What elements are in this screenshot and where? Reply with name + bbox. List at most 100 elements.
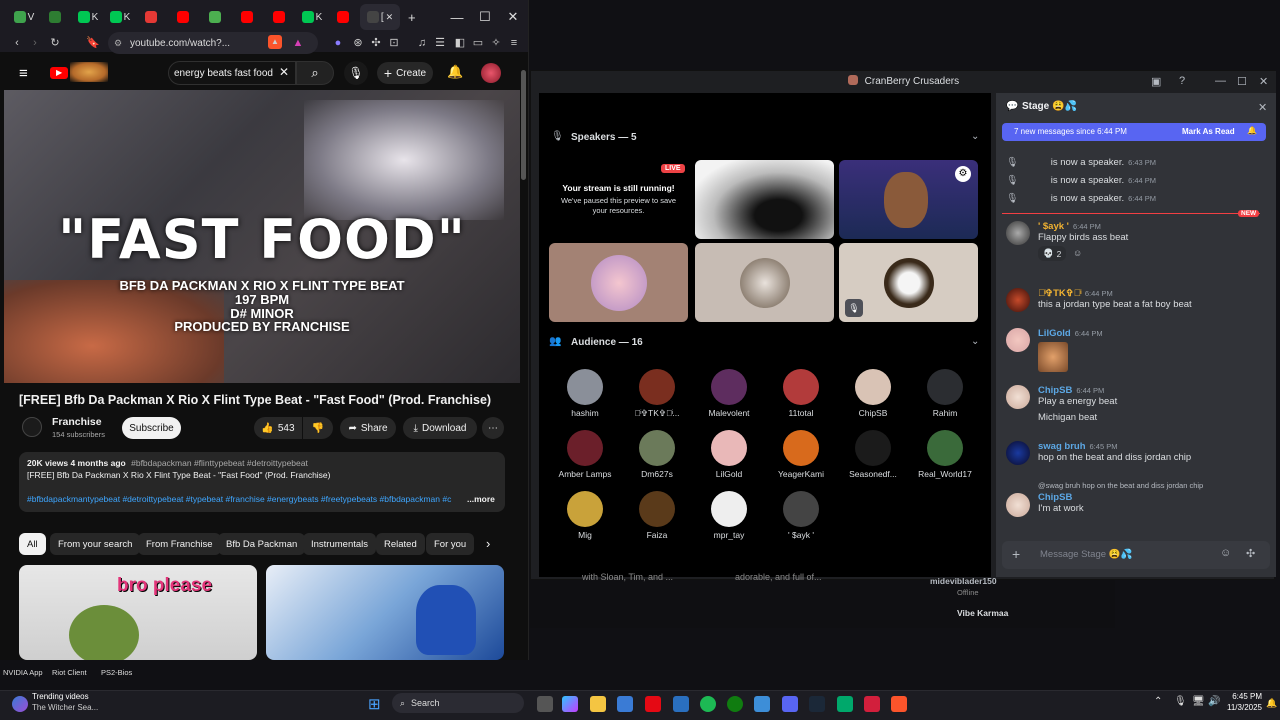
share-button[interactable]: ➦ Share bbox=[340, 417, 396, 439]
store-icon[interactable] bbox=[617, 696, 633, 712]
browser-tab[interactable]: [✕ bbox=[360, 4, 400, 30]
message-author[interactable]: ChipSB bbox=[1038, 492, 1072, 503]
browser-tab[interactable] bbox=[136, 4, 168, 30]
app-icon-red[interactable] bbox=[864, 696, 880, 712]
speaker-tile-5[interactable] bbox=[695, 243, 834, 322]
audience-member[interactable]: YeagerKami bbox=[771, 430, 831, 479]
reply-preview[interactable]: @swag bruh hop on the beat and diss jord… bbox=[1038, 481, 1268, 490]
message-avatar[interactable] bbox=[1006, 493, 1030, 517]
like-button[interactable]: 👍 543 bbox=[254, 417, 302, 439]
subscribe-button[interactable]: Subscribe bbox=[122, 417, 181, 439]
message-avatar[interactable] bbox=[1006, 328, 1030, 352]
message-author[interactable]: swag bruh bbox=[1038, 441, 1086, 452]
forward-icon[interactable]: › bbox=[27, 35, 43, 51]
search-input[interactable]: energy beats fast food bbox=[168, 61, 296, 85]
channel-name[interactable]: Franchise bbox=[52, 416, 102, 428]
tab-close-icon[interactable]: ✕ bbox=[386, 12, 394, 23]
widgets-icon[interactable] bbox=[12, 696, 28, 712]
photos-icon[interactable] bbox=[673, 696, 689, 712]
audience-member[interactable]: Mig bbox=[555, 491, 615, 540]
apps-icon[interactable]: ✣ bbox=[1246, 547, 1255, 560]
browser-tab[interactable] bbox=[200, 4, 232, 30]
filter-chip[interactable]: For you bbox=[426, 533, 475, 555]
microphone-icon[interactable]: 🎙 bbox=[344, 61, 368, 85]
audience-member[interactable]: mpr_tay bbox=[699, 491, 759, 540]
tray-network-icon[interactable]: 🖥 bbox=[1192, 696, 1205, 707]
page-scrollbar[interactable] bbox=[521, 70, 526, 180]
dislike-button[interactable]: 👎 bbox=[303, 417, 333, 439]
search-icon[interactable]: ⌕ bbox=[296, 61, 334, 85]
audience-member[interactable]: ChipSB bbox=[843, 369, 903, 418]
close-window-icon[interactable]: ✕ bbox=[499, 0, 527, 34]
recommended-video-thumbnail-1[interactable]: bro please bbox=[19, 565, 257, 660]
inbox-icon[interactable]: ▣ bbox=[1151, 75, 1161, 88]
chat-message-2[interactable]: ✞ͥ✞TK✞✞ͥ 6:44 PM this a jordan type beat … bbox=[1006, 288, 1268, 312]
speaker-tile-3[interactable]: ⚙ bbox=[839, 160, 978, 239]
browser-tab[interactable] bbox=[328, 4, 360, 30]
discord-close-icon[interactable]: ✕ bbox=[1259, 75, 1268, 88]
filter-chip[interactable]: Instrumentals bbox=[303, 533, 377, 555]
message-avatar[interactable] bbox=[1006, 288, 1030, 312]
new-messages-bar[interactable]: 7 new messages since 6:44 PM Mark As Rea… bbox=[1002, 123, 1266, 141]
audience-collapse-icon[interactable]: ⌄ bbox=[971, 336, 979, 347]
browser-tab[interactable]: K bbox=[72, 4, 104, 30]
chat-message-3[interactable]: LilGold 6:44 PM bbox=[1006, 328, 1268, 372]
recommended-video-thumbnail-2[interactable] bbox=[266, 565, 504, 660]
message-author[interactable]: ✞ͥ✞TK✞✞ͥ bbox=[1038, 288, 1081, 299]
chat-close-icon[interactable]: ✕ bbox=[1258, 101, 1267, 114]
message-author[interactable]: ' $ayk ' bbox=[1038, 221, 1069, 232]
clear-search-icon[interactable]: ✕ bbox=[279, 65, 289, 79]
chat-message-4[interactable]: ChipSB 6:44 PM Play a energy beat Michiga… bbox=[1006, 385, 1268, 423]
audience-member[interactable]: Seasonedf... bbox=[843, 430, 903, 479]
filter-chip[interactable]: Related bbox=[376, 533, 425, 555]
message-avatar[interactable] bbox=[1006, 385, 1030, 409]
menu-icon[interactable]: ≡ bbox=[506, 35, 522, 51]
audience-member[interactable]: ' $ayk ' bbox=[771, 491, 831, 540]
download-button[interactable]: ⤓ Download bbox=[403, 417, 477, 439]
chat-message-5[interactable]: swag bruh 6:45 PM hop on the beat and dis… bbox=[1006, 441, 1268, 465]
tray-mic-icon[interactable]: 🎙 bbox=[1174, 696, 1187, 707]
app-icon-green[interactable] bbox=[837, 696, 853, 712]
speaker-tile-6[interactable]: 🎙 bbox=[839, 243, 978, 322]
hamburger-menu-icon[interactable]: ≡ bbox=[19, 65, 28, 82]
tray-chevron-icon[interactable]: ⌃ bbox=[1154, 696, 1162, 707]
filter-chip[interactable]: Bfb Da Packman bbox=[218, 533, 306, 555]
help-icon[interactable]: ? bbox=[1179, 75, 1185, 87]
bookmark-icon[interactable]: 🔖 bbox=[85, 35, 101, 51]
youtube-logo-icon[interactable]: ▶ bbox=[50, 67, 68, 79]
browser-tab[interactable] bbox=[264, 4, 296, 30]
netflix-icon[interactable] bbox=[645, 696, 661, 712]
audience-member[interactable]: Faiza bbox=[627, 491, 687, 540]
maximize-icon[interactable]: ☐ bbox=[471, 0, 499, 34]
new-tab-button[interactable]: + bbox=[408, 10, 416, 25]
inline-tags[interactable]: #bfbdapackman #flinttypebeat #detroittyp… bbox=[131, 458, 308, 468]
filter-chip[interactable]: All bbox=[19, 533, 46, 555]
message-author[interactable]: LilGold bbox=[1038, 328, 1071, 339]
filter-chip[interactable]: From your search bbox=[50, 533, 141, 555]
steam-icon[interactable] bbox=[809, 696, 825, 712]
reading-list-icon[interactable]: ☰ bbox=[432, 35, 448, 51]
create-button[interactable]: + Create bbox=[377, 62, 433, 84]
notifications-bell-icon[interactable]: 🔔 bbox=[447, 64, 463, 80]
audience-member[interactable]: Amber Lamps bbox=[555, 430, 615, 479]
message-avatar[interactable] bbox=[1006, 221, 1030, 245]
more-actions-icon[interactable]: ⋯ bbox=[482, 417, 504, 439]
browser-tab[interactable]: K bbox=[104, 4, 136, 30]
speaker-tile-2[interactable] bbox=[695, 160, 834, 239]
start-windows-icon[interactable]: ⊞ bbox=[368, 695, 381, 713]
emoji-picker-icon[interactable]: ☺ bbox=[1220, 547, 1231, 559]
taskbar-search[interactable]: ⌕ Search bbox=[392, 693, 524, 713]
audience-member[interactable]: 11total bbox=[771, 369, 831, 418]
attach-plus-icon[interactable]: + bbox=[1012, 546, 1020, 562]
video-player[interactable]: "FAST FOOD" BFB DA PACKMAN X RIO X FLINT… bbox=[4, 90, 520, 383]
discord-taskbar-icon[interactable] bbox=[782, 696, 798, 712]
notepad-icon[interactable] bbox=[754, 696, 770, 712]
browser-tab[interactable]: V bbox=[8, 4, 40, 30]
audience-member[interactable]: hashim bbox=[555, 369, 615, 418]
rewards-icon[interactable]: ▲ bbox=[290, 35, 306, 51]
stream-paused-tile[interactable]: LIVE Your stream is still running! We've… bbox=[549, 160, 688, 239]
leo-icon[interactable]: ✧ bbox=[488, 35, 504, 51]
desktop-icon-ps2bios[interactable]: PS2-Bios bbox=[101, 668, 132, 677]
site-info-icon[interactable]: ⚙ bbox=[114, 38, 122, 49]
extension-icon-2[interactable]: ⊛ bbox=[350, 35, 366, 51]
